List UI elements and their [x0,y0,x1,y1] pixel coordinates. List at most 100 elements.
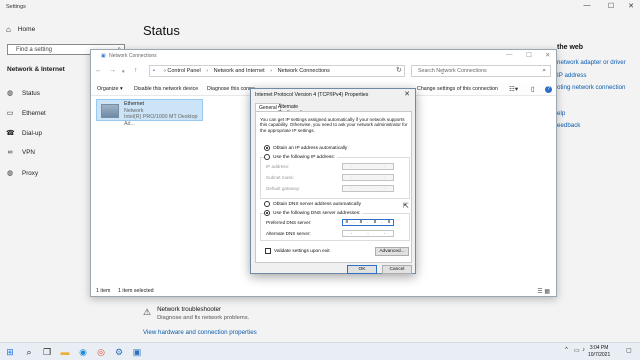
preview-pane-icon[interactable]: ▯ [531,85,535,93]
close-icon[interactable]: ✕ [624,2,638,10]
related-links: the web network adapter or driver IP add… [557,44,626,133]
network-tray-icon[interactable]: ▭ [574,347,580,354]
cancel-button[interactable]: Cancel [382,265,412,274]
vpn-icon: ∞ [7,149,13,156]
chrome-icon[interactable]: ◎ [95,346,107,358]
notifications-icon[interactable]: ▢ [626,347,632,354]
dns-auto-radio[interactable]: Obtain DNS server address automatically [264,201,361,207]
ip-address-label: IP address: [266,164,290,169]
close-icon[interactable]: ✕ [404,90,410,98]
dialog-title: Internet Protocol Version 4 (TCP/IPv4) P… [255,92,369,98]
subnet-mask-field: ... [342,174,394,181]
troubleshooter-subtitle: Diagnose and fix network problems. [157,315,250,321]
close-icon[interactable]: ✕ [545,51,550,59]
alternate-dns-label: Alternate DNS server: [266,231,311,236]
selected-count: 1 item selected [118,288,154,294]
view-options-icon[interactable]: ☷▾ [509,85,518,93]
organize-menu[interactable]: Organize ▾ [97,86,123,92]
refresh-icon[interactable]: ↻ [396,66,402,74]
up-icon[interactable]: ↑ [134,67,138,74]
dns-manual-radio[interactable]: Use the following DNS server addresses: [264,210,363,216]
system-clock[interactable]: 3:04 PM 10/7/2021 [588,345,610,358]
ip-manual-radio[interactable]: Use the following IP address: [264,154,338,160]
hardware-properties-link[interactable]: View hardware and connection properties [143,329,257,336]
change-settings-button[interactable]: Change settings of this connection [417,86,498,92]
chevron-up-icon[interactable]: ^ [565,347,568,353]
list-item[interactable]: Ethernet Network Intel(R) PRO/1000 MT De… [96,99,203,127]
volume-icon[interactable]: ♪ [582,347,585,353]
troubleshooter-title: Network troubleshooter [157,306,222,313]
link-adapter-driver[interactable]: network adapter or driver [557,57,626,70]
network-folder-icon: ▣ [101,53,106,59]
ip-address-field: ... [342,163,394,170]
forward-icon[interactable]: → [109,67,116,74]
default-gateway-field: ... [342,185,394,192]
ok-button[interactable]: OK [347,265,377,274]
warning-icon: ⚠ [143,307,152,317]
address-toolbar: ← → ▾ ↑ ▪ › Control Panel › Network and … [91,64,556,78]
phone-icon: ☎ [6,130,15,137]
ethernet-adapter-icon [101,104,119,118]
breadcrumb-control-panel[interactable]: Control Panel [167,68,200,74]
help-icon[interactable]: ? [545,86,552,93]
network-search-input[interactable]: Search Network Connections ⌕ [411,65,551,77]
details-view-icon[interactable]: ☰ ▦ [537,288,550,295]
task-view-icon[interactable]: ❐ [41,346,53,358]
globe-icon: ◍ [6,170,14,177]
breadcrumb-network-connections[interactable]: Network Connections [278,68,330,74]
network-connections-title: Network Connections [109,53,157,59]
default-gateway-label: Default gateway: [266,186,301,191]
alternate-dns-field[interactable]: ... [342,230,394,237]
globe-icon: ◍ [6,90,14,97]
preferred-dns-field[interactable]: 8. 8. 8. 8 [342,219,394,226]
back-icon[interactable]: ← [95,67,102,74]
disable-device-button[interactable]: Disable this network device [134,86,198,92]
settings-window-title: Settings [6,4,26,10]
settings-titlebar: Settings — ☐ ✕ [0,0,640,14]
sidebar-item-dial-up[interactable]: ☎ Dial-up [6,129,42,138]
ip-settings-description: You can get IP settings assigned automat… [260,117,408,133]
nav-home-label: Home [17,26,36,33]
section-title: Network & Internet [7,66,65,73]
breadcrumb-network-internet[interactable]: Network and Internet [214,68,265,74]
network-connections-app-icon[interactable]: ▣ [131,346,143,358]
start-icon[interactable]: ⊞ [4,346,16,358]
diagnose-button[interactable]: Diagnose this conne [207,86,255,92]
minimize-icon[interactable]: — [580,2,594,9]
sidebar-item-ethernet[interactable]: ▭ Ethernet [6,109,46,118]
maximize-icon[interactable]: ☐ [604,2,618,10]
validate-checkbox[interactable]: Validate settings upon exit [265,248,330,254]
link-feedback[interactable]: eedback [557,120,626,133]
ethernet-icon: ▭ [6,110,14,117]
advanced-button[interactable]: Advanced... [375,247,409,256]
control-panel-icon: ▪ [153,68,155,74]
file-explorer-icon[interactable]: ▬ [59,346,71,358]
sidebar-item-vpn[interactable]: ∞ VPN [6,149,35,156]
minimize-icon[interactable]: — [506,51,513,58]
general-tab-panel: You can get IP settings assigned automat… [255,111,412,263]
network-connections-titlebar: ▣ Network Connections — ☐ ✕ [91,50,556,62]
search-icon[interactable]: ⌕ [23,346,35,358]
edge-icon[interactable]: ◉ [77,346,89,358]
mouse-cursor-icon: ⇱ [403,203,409,210]
settings-app-icon[interactable]: ⚙ [113,346,125,358]
link-ip-address[interactable]: IP address [557,70,626,83]
link-troubleshoot[interactable]: oting network connection [557,82,626,95]
ip-auto-radio[interactable]: Obtain an IP address automatically [264,145,347,151]
subnet-mask-label: Subnet mask: [266,175,295,180]
ipv4-properties-dialog: Internet Protocol Version 4 (TCP/IPv4) P… [250,88,416,274]
home-icon: ⌂ [6,25,11,34]
nav-home[interactable]: ⌂ Home [6,25,35,34]
network-troubleshooter[interactable]: ⚠ Network troubleshooter Diagnose and fi… [143,306,249,321]
address-bar[interactable]: ▪ › Control Panel › Network and Internet… [149,65,445,77]
search-icon: ⌕ [542,67,546,74]
maximize-icon[interactable]: ☐ [526,51,532,59]
clock-time: 3:04 PM [589,345,609,351]
recent-dropdown-icon[interactable]: ▾ [122,69,125,75]
related-heading: the web [557,44,584,51]
adapter-device: Intel(R) PRO/1000 MT Desktop Ad... [124,114,198,127]
link-help[interactable]: elp [557,108,626,121]
sidebar-item-proxy[interactable]: ◍ Proxy [6,169,38,178]
sidebar-item-status[interactable]: ◍ Status [6,89,40,98]
item-count: 1 item [96,288,111,294]
